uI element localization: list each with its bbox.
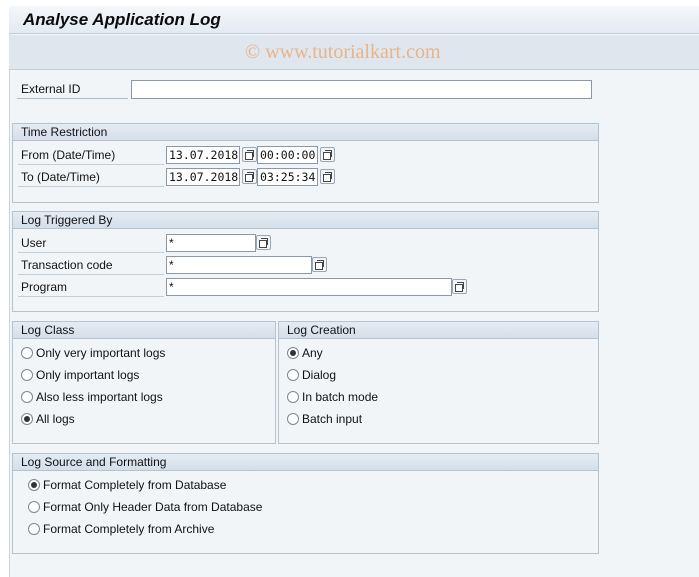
label-underline	[18, 296, 164, 297]
option-label: Also less important logs	[36, 390, 163, 404]
group-header: Log Class	[13, 322, 275, 339]
program-input[interactable]: *	[166, 278, 452, 296]
from-time-input[interactable]: 00:00:00	[257, 146, 318, 164]
radio-batch-input[interactable]	[287, 413, 299, 425]
radio-only-important-logs[interactable]	[21, 369, 33, 381]
option-label: Format Only Header Data from Database	[43, 500, 263, 514]
group-header: Log Triggered By	[13, 212, 598, 229]
to-date-input[interactable]: 13.07.2018	[166, 168, 240, 186]
radio-format-completely-from-archive[interactable]	[28, 523, 40, 535]
radio-format-completely-from-database[interactable]	[28, 479, 40, 491]
radio-also-less-important-logs[interactable]	[21, 391, 33, 403]
option-label: All logs	[36, 412, 75, 426]
page-title: Analyse Application Log	[23, 10, 221, 29]
label-underline	[18, 274, 164, 275]
user-label: User	[21, 236, 47, 250]
option-label: Format Completely from Archive	[43, 522, 215, 536]
application-toolbar: © www.tutorialkart.com	[9, 35, 699, 70]
option-label: Dialog	[302, 368, 337, 382]
value-help-icon[interactable]	[242, 147, 257, 162]
option-label: Only very important logs	[36, 346, 166, 360]
watermark: © www.tutorialkart.com	[245, 41, 441, 63]
value-help-icon[interactable]	[320, 169, 335, 184]
value-help-icon[interactable]	[452, 279, 467, 294]
transaction-code-input[interactable]: *	[166, 256, 312, 274]
group-title: Log Creation	[287, 323, 356, 337]
group-header: Time Restriction	[13, 124, 598, 141]
group-header: Log Creation	[279, 322, 598, 339]
external-id-label: External ID	[21, 82, 81, 96]
radio-only-very-important-logs[interactable]	[21, 347, 33, 359]
group-title: Log Triggered By	[21, 213, 113, 227]
radio-all-logs[interactable]	[21, 413, 33, 425]
title-bar: Analyse Application Log	[9, 6, 699, 34]
option-label: Only important logs	[36, 368, 140, 382]
group-header: Log Source and Formatting	[13, 454, 598, 471]
value-help-icon[interactable]	[320, 147, 335, 162]
option-label: Any	[302, 346, 323, 360]
radio-dialog[interactable]	[287, 369, 299, 381]
group-title: Time Restriction	[21, 125, 108, 139]
radio-in-batch-mode[interactable]	[287, 391, 299, 403]
label-underline	[18, 164, 164, 165]
option-label: Format Completely from Database	[43, 478, 227, 492]
option-label: In batch mode	[302, 390, 379, 404]
value-help-icon[interactable]	[256, 235, 271, 250]
program-label: Program	[21, 280, 68, 294]
label-underline	[17, 98, 128, 99]
label-underline	[18, 252, 164, 253]
label-underline	[18, 186, 164, 187]
external-id-input[interactable]	[131, 80, 592, 99]
group-title: Log Source and Formatting	[21, 455, 167, 469]
user-input[interactable]: *	[166, 234, 256, 252]
radio-any[interactable]	[287, 347, 299, 359]
value-help-icon[interactable]	[312, 257, 327, 272]
from-date-time-label: From (Date/Time)	[21, 148, 116, 162]
group-title: Log Class	[21, 323, 75, 337]
from-date-input[interactable]: 13.07.2018	[166, 146, 240, 164]
to-time-input[interactable]: 03:25:34	[257, 168, 318, 186]
to-date-time-label: To (Date/Time)	[21, 170, 100, 184]
option-label: Batch input	[302, 412, 363, 426]
radio-format-header-data-from-database[interactable]	[28, 501, 40, 513]
transaction-code-label: Transaction code	[21, 258, 113, 272]
value-help-icon[interactable]	[242, 169, 257, 184]
